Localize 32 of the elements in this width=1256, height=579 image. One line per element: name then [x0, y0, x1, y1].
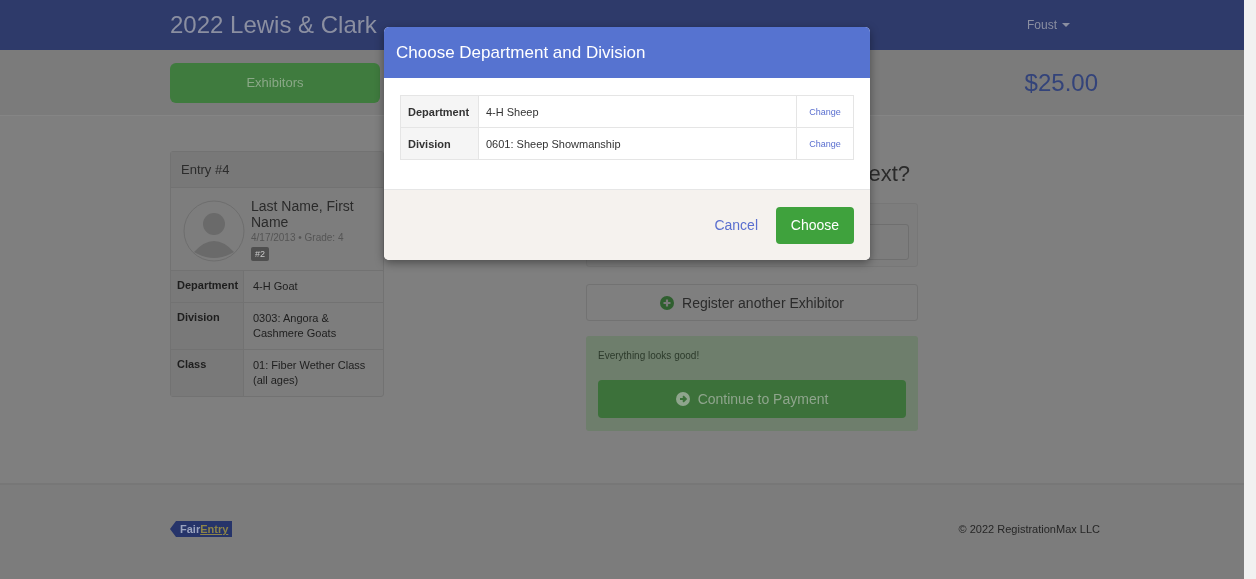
register-button[interactable]: Register another Exhibitor — [586, 284, 918, 321]
caret-icon — [1062, 23, 1070, 27]
field-value: 01: Fiber Wether Class (all ages) — [252, 358, 367, 388]
arrow-circle-icon — [675, 392, 690, 406]
total-amount: $25.00 — [1024, 68, 1098, 97]
continue-button[interactable]: Continue to Payment — [598, 380, 906, 418]
field-value: 0303: Angora & Cashmere Goats — [252, 311, 338, 341]
field-value: 4-H Sheep — [485, 104, 540, 120]
nav-tab[interactable]: Exhibitors — [170, 62, 380, 103]
plus-circle-icon — [660, 295, 675, 310]
field-label: Class — [171, 350, 244, 396]
user-menu[interactable]: Foust — [1027, 18, 1070, 32]
scrollbar[interactable] — [1244, 0, 1256, 579]
cancel-button[interactable]: Cancel — [710, 209, 762, 241]
change-link[interactable]: Change — [809, 106, 841, 117]
field-label: Department — [401, 96, 479, 127]
field-label: Division — [171, 303, 244, 349]
field-label: Department — [171, 271, 244, 302]
choose-button[interactable]: Choose — [776, 206, 854, 244]
copyright-text: © 2022 RegistrationMax LLC — [958, 523, 1100, 535]
fairentry-logo[interactable]: FairEntry — [170, 521, 233, 537]
status-message: Everything looks good! — [598, 350, 701, 361]
field-value: 4-H Goat — [252, 279, 299, 294]
site-title: 2022 Lewis & Clark — [170, 11, 377, 39]
entry-title: Entry #4 — [171, 152, 383, 188]
modal-title: Choose Department and Division — [384, 27, 870, 78]
field-label: Division — [401, 128, 479, 159]
exhibitor-name: Last Name, First Name — [251, 198, 355, 230]
change-link[interactable]: Change — [809, 138, 841, 149]
exhibitor-number: #2 — [251, 247, 269, 261]
field-value: 0601: Sheep Showmanship — [485, 136, 622, 152]
section-heading: ext? — [868, 161, 910, 188]
